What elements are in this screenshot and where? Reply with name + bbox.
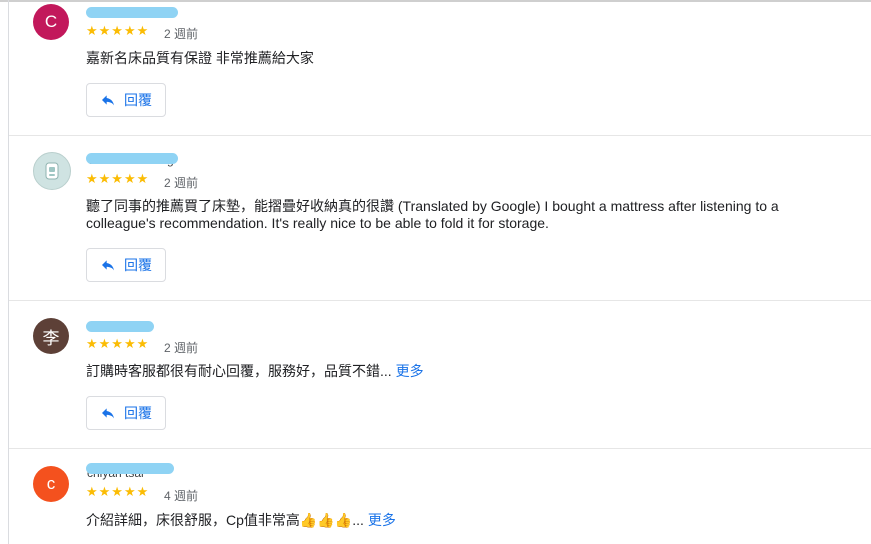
review-card: C ★★★★★ 2 週前 嘉新名床品質有保證 非常推薦給大家 回覆 xyxy=(9,0,871,135)
review-card: Candace Huang ★★★★★ 2 週前 聽了同事的推薦買了床墊，能摺疊… xyxy=(9,136,871,300)
reply-label: 回覆 xyxy=(124,257,152,273)
review-date: 2 週前 xyxy=(164,341,199,355)
reply-label: 回覆 xyxy=(124,405,152,421)
review-date: 2 週前 xyxy=(164,176,199,190)
reply-button[interactable]: 回覆 xyxy=(86,248,166,282)
review-text-body: 訂購時客服都很有耐心回覆，服務好，品質不錯... xyxy=(86,363,392,379)
reply-icon xyxy=(102,408,114,419)
review-text: 聽了同事的推薦買了床墊，能摺疊好收納真的很讚 (Translated by Go… xyxy=(86,198,779,231)
avatar: 李 xyxy=(33,318,69,354)
more-link[interactable]: 更多 xyxy=(396,363,424,379)
review-date: 4 週前 xyxy=(164,489,199,503)
avatar xyxy=(33,152,71,190)
reply-button[interactable]: 回覆 xyxy=(86,83,166,117)
avatar: c xyxy=(33,466,69,502)
review-date: 2 週前 xyxy=(164,27,199,41)
rating-stars: ★★★★★ xyxy=(86,23,150,38)
avatar-letter: 李 xyxy=(42,328,60,348)
reply-label: 回覆 xyxy=(124,92,152,108)
review-card: 李 ★★★★★ 2 週前 訂購時客服都很有耐心回覆，服務好，品質不錯... 更多 … xyxy=(9,301,871,447)
avatar-letter: C xyxy=(44,12,58,31)
review-text: 訂購時客服都很有耐心回覆，服務好，品質不錯... 更多 xyxy=(86,363,806,380)
reviewer-name-redacted xyxy=(86,463,174,474)
review-text: 嘉新名床品質有保證 非常推薦給大家 xyxy=(86,50,314,66)
reply-icon xyxy=(102,260,114,271)
profile-photo-icon xyxy=(45,162,59,180)
review-card: c chiyan tsai ★★★★★ 4 週前 介紹詳細，床很舒服，Cp值非常… xyxy=(9,449,871,544)
more-link[interactable]: 更多 xyxy=(368,512,396,528)
avatar-letter: c xyxy=(46,474,56,493)
rating-stars: ★★★★★ xyxy=(86,484,150,499)
avatar: C xyxy=(33,4,69,40)
reviewer-name-redacted xyxy=(86,153,178,164)
review-text-body: 介紹詳細，床很舒服，Cp值非常高👍👍👍... xyxy=(86,512,364,528)
rating-stars: ★★★★★ xyxy=(86,171,150,186)
rating-stars: ★★★★★ xyxy=(86,336,150,351)
reviewer-name-redacted xyxy=(86,7,178,18)
reviewer-name-redacted xyxy=(86,321,154,332)
review-text: 介紹詳細，床很舒服，Cp值非常高👍👍👍... 更多 xyxy=(86,512,806,529)
reply-button[interactable]: 回覆 xyxy=(86,396,166,430)
reply-icon xyxy=(102,95,114,106)
